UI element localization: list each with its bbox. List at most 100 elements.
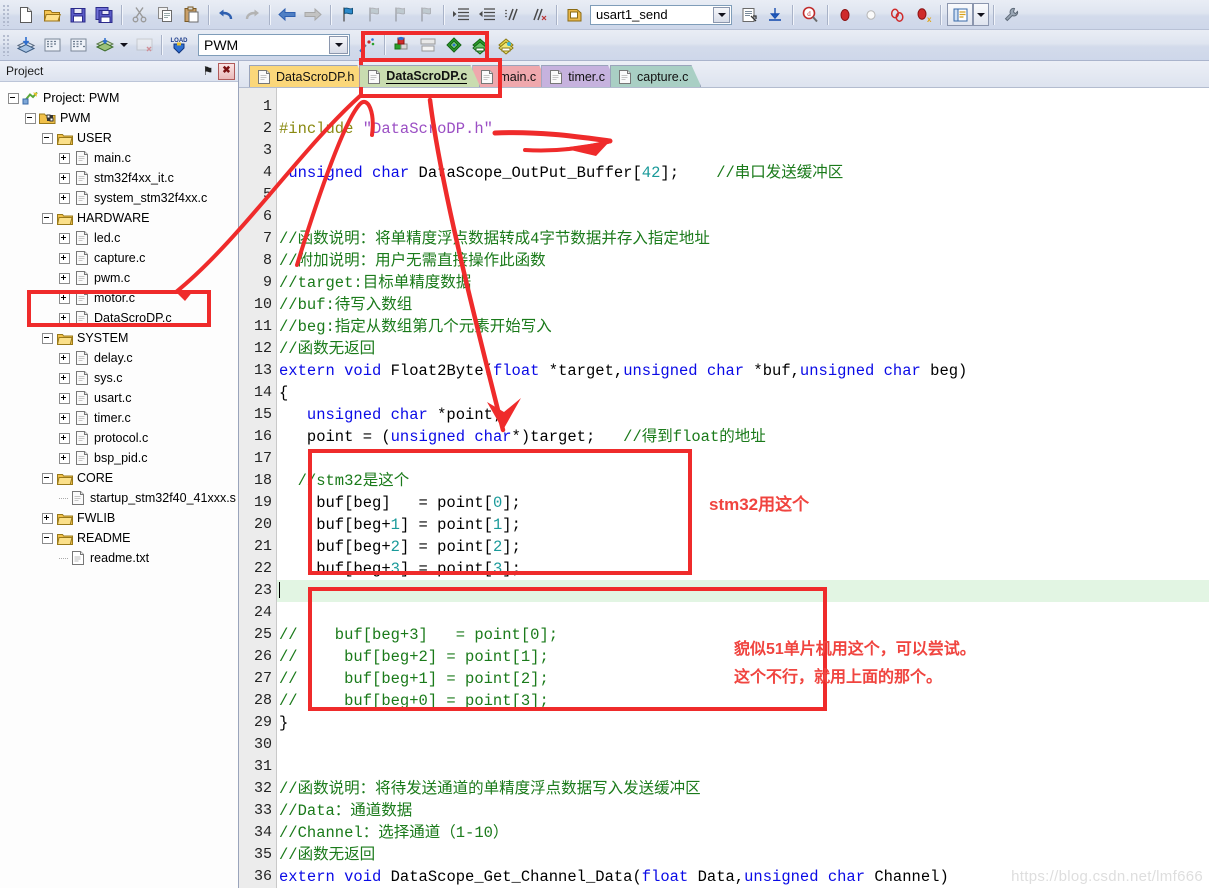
project-tree[interactable]: Project: PWM PWM USER main.c stm32f4xx_it.c s… <box>0 82 238 568</box>
code-line[interactable]: point = (unsigned char*)target; //得到floa… <box>277 426 1209 448</box>
collapse-icon[interactable] <box>8 92 19 104</box>
batch-build-icon[interactable] <box>91 33 117 57</box>
code-line[interactable]: //附加说明：用户无需直接操作此函数 <box>277 250 1209 272</box>
code-line[interactable]: //Channel：选择通道（1-10） <box>277 822 1209 844</box>
select-software-packs-icon[interactable] <box>467 33 493 57</box>
code-line[interactable]: //函数无返回 <box>277 844 1209 866</box>
expand-icon[interactable] <box>59 152 70 164</box>
configure-icon[interactable] <box>998 3 1024 27</box>
pack-installer-icon[interactable] <box>441 33 467 57</box>
code-line[interactable]: // buf[beg+0] = point[3]; <box>277 690 1209 712</box>
toolbar-grip[interactable] <box>2 3 11 26</box>
expand-icon[interactable] <box>59 452 70 464</box>
paste-icon[interactable] <box>178 3 204 27</box>
symbol-search-dropdown-arrow[interactable] <box>713 6 730 23</box>
expand-icon[interactable] <box>59 232 70 244</box>
tree-item-startup_stm32f40_41xxx.s[interactable]: startup_stm32f40_41xxx.s <box>4 488 238 508</box>
code-line[interactable]: //函数说明：将待发送通道的单精度浮点数据写入发送缓冲区 <box>277 778 1209 800</box>
expand-icon[interactable] <box>59 372 70 384</box>
find-in-files-icon[interactable]: d <box>797 3 823 27</box>
code-line[interactable] <box>277 448 1209 470</box>
expand-icon[interactable] <box>59 432 70 444</box>
bookmark-prev-icon[interactable] <box>361 3 387 27</box>
collapse-icon[interactable] <box>42 532 53 544</box>
disable-all-breakpoints-icon[interactable] <box>884 3 910 27</box>
open-file-icon[interactable] <box>39 3 65 27</box>
close-icon[interactable]: ✖ <box>218 62 235 80</box>
redo-icon[interactable] <box>239 3 265 27</box>
manage-run-time-env-icon[interactable] <box>415 33 441 57</box>
code-line[interactable]: buf[beg+1] = point[1]; <box>277 514 1209 536</box>
bookmark-next-icon[interactable] <box>387 3 413 27</box>
collapse-icon[interactable] <box>42 212 53 224</box>
code-line[interactable] <box>277 96 1209 118</box>
editor-tab-timer-c[interactable]: timer.c <box>541 65 618 87</box>
expand-icon[interactable] <box>59 172 70 184</box>
project-window-dropdown-icon[interactable] <box>973 3 989 26</box>
code-line[interactable]: // buf[beg+3] = point[0]; <box>277 624 1209 646</box>
tree-item-core[interactable]: CORE <box>4 468 238 488</box>
target-select-combo[interactable]: PWM <box>198 34 350 56</box>
expand-icon[interactable] <box>59 352 70 364</box>
code-line[interactable] <box>277 734 1209 756</box>
manage-project-items-icon[interactable] <box>389 33 415 57</box>
tree-item-readme.txt[interactable]: readme.txt <box>4 548 238 568</box>
tree-item-delay.c[interactable]: delay.c <box>4 348 238 368</box>
code-view[interactable]: 1 2 3 4 5 6 7 8 9 10 11 12 13 14 15 16 17 18 19 20 21 22 23 24 2… <box>239 88 1209 888</box>
expand-icon[interactable] <box>59 312 70 324</box>
target-select-dropdown-arrow[interactable] <box>329 36 348 54</box>
code-line[interactable]: // buf[beg+1] = point[2]; <box>277 668 1209 690</box>
editor-tabstrip[interactable]: DataScroDP.h DataScroDP.c main.c timer.c cap… <box>239 61 1209 88</box>
tree-item-hardware[interactable]: HARDWARE <box>4 208 238 228</box>
code-line[interactable]: //函数无返回 <box>277 338 1209 360</box>
batch-build-dropdown-icon[interactable] <box>117 33 131 57</box>
editor-tab-datascrodp-h[interactable]: DataScroDP.h <box>249 65 367 87</box>
function-list-icon[interactable] <box>736 3 762 27</box>
code-line[interactable]: //函数说明：将单精度浮点数据转成4字节数据并存入指定地址 <box>277 228 1209 250</box>
copy-icon[interactable] <box>152 3 178 27</box>
code-line[interactable]: //stm32是这个 <box>277 470 1209 492</box>
symbol-search-combo[interactable]: usart1_send <box>590 4 732 25</box>
indent-icon[interactable] <box>448 3 474 27</box>
code-line[interactable] <box>277 206 1209 228</box>
expand-icon[interactable] <box>59 412 70 424</box>
collapse-icon[interactable] <box>42 132 53 144</box>
rebuild-icon[interactable] <box>65 33 91 57</box>
build-icon[interactable] <box>39 33 65 57</box>
navigate-back-icon[interactable] <box>274 3 300 27</box>
project-window-icon[interactable] <box>947 3 973 26</box>
cut-icon[interactable] <box>126 3 152 27</box>
tree-item-sys.c[interactable]: sys.c <box>4 368 238 388</box>
enable-breakpoint-icon[interactable] <box>858 3 884 27</box>
bookmark-toggle-icon[interactable] <box>335 3 361 27</box>
toolbar-grip[interactable] <box>2 34 11 56</box>
code-line[interactable]: //beg:指定从数组第几个元素开始写入 <box>277 316 1209 338</box>
code-line[interactable]: buf[beg+2] = point[2]; <box>277 536 1209 558</box>
code-line[interactable]: //target:目标单精度数据 <box>277 272 1209 294</box>
source-code[interactable]: #include "DataScroDP.h" unsigned char Da… <box>277 88 1209 888</box>
expand-icon[interactable] <box>42 512 53 524</box>
tree-item-system_stm32f4xx.c[interactable]: system_stm32f4xx.c <box>4 188 238 208</box>
translate-icon[interactable] <box>13 33 39 57</box>
code-line[interactable]: buf[beg+3] = point[3]; <box>277 558 1209 580</box>
editor-tab-main-c[interactable]: main.c <box>472 65 549 87</box>
goto-definition-icon[interactable] <box>561 3 587 27</box>
navigate-forward-icon[interactable] <box>300 3 326 27</box>
tree-item-user[interactable]: USER <box>4 128 238 148</box>
load-icon[interactable]: LOAD <box>166 33 192 57</box>
tree-item-protocol.c[interactable]: protocol.c <box>4 428 238 448</box>
download-icon[interactable] <box>762 3 788 27</box>
tree-item-project--pwm[interactable]: Project: PWM <box>4 88 238 108</box>
code-line[interactable]: buf[beg] = point[0]; <box>277 492 1209 514</box>
select-software-packs-icon-2[interactable] <box>493 33 519 57</box>
undo-icon[interactable] <box>213 3 239 27</box>
code-line[interactable] <box>277 756 1209 778</box>
code-line[interactable]: unsigned char *point; <box>277 404 1209 426</box>
tree-item-timer.c[interactable]: timer.c <box>4 408 238 428</box>
save-icon[interactable] <box>65 3 91 27</box>
code-line[interactable]: #include "DataScroDP.h" <box>277 118 1209 140</box>
pin-icon[interactable]: ⚑ <box>200 63 216 79</box>
tree-item-system[interactable]: SYSTEM <box>4 328 238 348</box>
code-line[interactable]: } <box>277 712 1209 734</box>
code-line[interactable]: extern void Float2Byte(float *target,uns… <box>277 360 1209 382</box>
